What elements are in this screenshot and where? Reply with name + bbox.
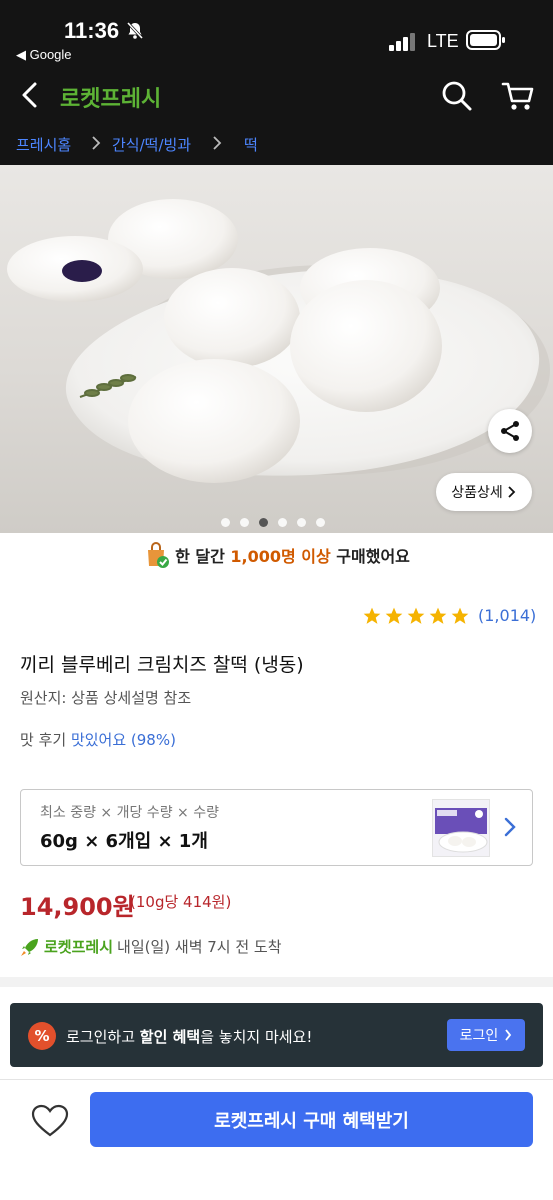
shopping-bag-check-icon	[148, 542, 170, 568]
breadcrumb-chevron-icon	[92, 136, 101, 150]
breadcrumb-category[interactable]: 간식/떡/빙과	[112, 134, 191, 155]
heart-icon[interactable]	[30, 1101, 70, 1141]
purchase-suffix: 구매했어요	[330, 547, 410, 566]
purchase-highlight: 1,000명 이상	[230, 547, 331, 566]
buy-button[interactable]: 로켓프레시 구매 혜택받기	[90, 1092, 533, 1147]
star-icon	[363, 607, 381, 624]
star-icon	[385, 607, 403, 624]
back-arrow-icon[interactable]	[16, 80, 46, 110]
rating-stars[interactable]	[362, 606, 470, 626]
review-count-link[interactable]: (1,014)	[478, 606, 536, 625]
brand-title[interactable]: 로켓프레시	[60, 81, 161, 113]
share-icon	[501, 421, 519, 441]
login-benefit-text: 로그인하고 할인 혜택을 놓치지 마세요!	[66, 1026, 312, 1047]
bell-muted-icon	[126, 21, 144, 40]
star-icon	[429, 607, 447, 624]
chevron-right-icon[interactable]	[500, 815, 520, 839]
carousel-dot[interactable]	[278, 518, 287, 527]
carousel-dot-active[interactable]	[259, 518, 268, 527]
image-carousel-dots	[221, 518, 325, 527]
login-text-suffix: 을 놓치지 마세요!	[200, 1028, 313, 1046]
delivery-info: 로켓프레시 내일(일) 새벽 7시 전 도착	[20, 936, 282, 957]
option-label: 최소 중량 × 개당 수량 × 수량	[40, 805, 219, 821]
status-time: 11:36	[64, 18, 120, 43]
carousel-dot[interactable]	[297, 518, 306, 527]
discount-percent-icon: %	[28, 1022, 56, 1050]
login-text-prefix: 로그인하고	[66, 1028, 140, 1046]
breadcrumb-home[interactable]: 프레시홈	[16, 134, 71, 155]
network-type: LTE	[427, 31, 459, 51]
back-to-google[interactable]: ◀ Google	[16, 47, 72, 63]
carousel-dot[interactable]	[240, 518, 249, 527]
delivery-text: 내일(일) 새벽 7시 전 도착	[117, 938, 282, 956]
login-text-bold: 할인 혜택	[139, 1028, 201, 1046]
carousel-dot[interactable]	[221, 518, 230, 527]
share-button[interactable]	[488, 409, 532, 453]
cart-icon[interactable]	[501, 80, 535, 112]
bottom-bar-divider	[0, 1079, 553, 1080]
option-thumbnail	[432, 799, 490, 857]
option-value: 60g × 6개입 × 1개	[40, 831, 208, 852]
product-price: 14,900원	[20, 893, 135, 921]
rocket-icon	[21, 938, 38, 956]
signal-icon	[389, 33, 415, 51]
battery-icon	[466, 30, 505, 50]
product-detail-label: 상품상세	[451, 485, 503, 501]
delivery-brand: 로켓프레시	[44, 938, 114, 956]
section-divider	[0, 977, 553, 987]
login-button[interactable]: 로그인	[447, 1019, 525, 1051]
search-icon[interactable]	[441, 80, 473, 112]
star-icon	[407, 607, 425, 624]
taste-review[interactable]: 맛 후기 맛있어요 (98%)	[20, 729, 176, 750]
product-origin: 원산지: 상품 상세설명 참조	[20, 689, 192, 707]
login-button-label: 로그인	[459, 1028, 499, 1044]
chevron-right-icon	[508, 486, 516, 498]
purchase-count-notice: 한 달간 1,000명 이상 구매했어요	[0, 541, 553, 569]
chevron-right-icon	[505, 1029, 512, 1041]
product-detail-button[interactable]: 상품상세	[436, 473, 532, 511]
product-title: 끼리 블루베리 크림치즈 찰떡 (냉동)	[20, 654, 304, 676]
taste-value: 맛있어요 (98%)	[70, 731, 176, 749]
taste-label: 맛 후기	[20, 731, 71, 749]
star-icon	[451, 607, 469, 624]
breadcrumb-current[interactable]: 떡	[244, 134, 258, 155]
unit-price: (10g당 414원)	[130, 893, 232, 911]
breadcrumb-chevron-icon	[213, 136, 222, 150]
package-thumbnail-illustration	[435, 808, 488, 853]
purchase-prefix: 한 달간	[175, 547, 231, 566]
carousel-dot[interactable]	[316, 518, 325, 527]
